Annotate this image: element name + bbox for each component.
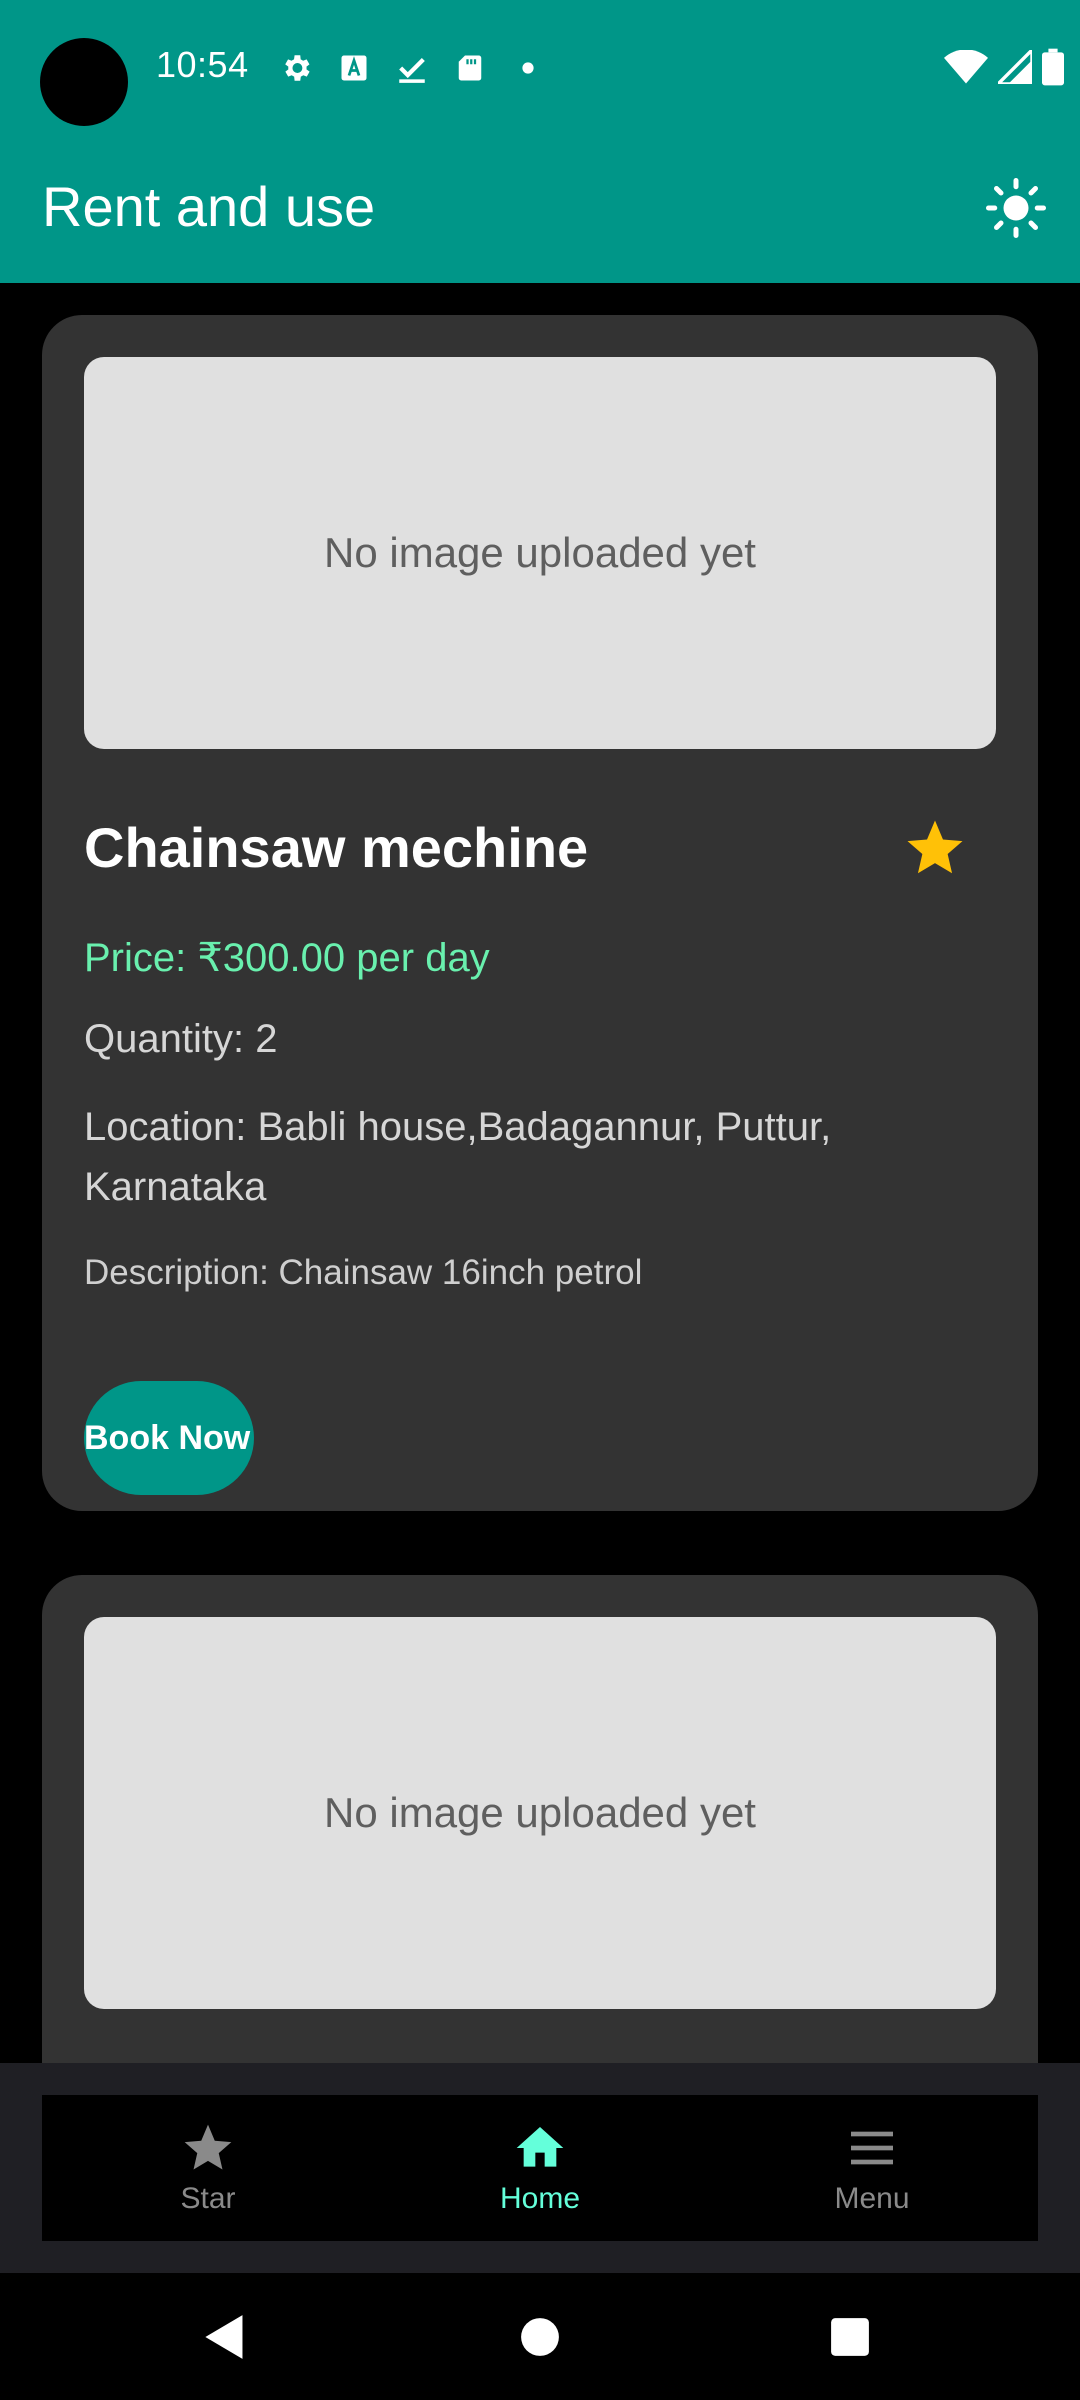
image-placeholder-text: No image uploaded yet — [324, 1789, 756, 1836]
system-recents-button[interactable] — [800, 2273, 900, 2400]
app-bar: Rent and use — [0, 134, 1080, 283]
star-icon — [907, 820, 963, 874]
nav-item-home[interactable]: Home — [374, 2095, 706, 2241]
system-home-button[interactable] — [490, 2273, 590, 2400]
wifi-icon — [944, 50, 988, 84]
status-right-icons — [934, 48, 1064, 86]
status-time: 10:54 — [156, 44, 249, 85]
theme-toggle-button[interactable] — [980, 172, 1052, 244]
nav-item-menu[interactable]: Menu — [706, 2095, 1038, 2241]
book-now-button[interactable]: Book Now — [84, 1381, 254, 1495]
favorite-button[interactable] — [902, 815, 968, 881]
recents-square-icon — [831, 2317, 869, 2356]
home-circle-icon — [521, 2317, 559, 2356]
item-location: Location: Babli house,Badagannur, Puttur… — [84, 1105, 832, 1209]
sd-card-icon — [450, 48, 490, 88]
image-placeholder: No image uploaded yet — [84, 1617, 996, 2009]
settings-icon — [276, 48, 316, 88]
status-left-icons — [276, 48, 566, 88]
home-icon — [516, 2127, 564, 2167]
sun-icon — [986, 178, 1046, 238]
bottom-nav: Star Home Menu — [42, 2095, 1038, 2241]
item-card[interactable]: No image uploaded yet — [42, 1575, 1038, 2063]
nav-label-menu: Menu — [834, 2182, 910, 2215]
a-icon — [334, 48, 374, 88]
item-description: Description: Chainsaw 16inch petrol — [84, 1253, 643, 1292]
page-title: Rent and use — [42, 175, 376, 238]
menu-icon — [851, 2131, 893, 2165]
nav-label-star: Star — [180, 2182, 236, 2215]
battery-icon — [1042, 48, 1064, 86]
system-back-button[interactable] — [175, 2273, 275, 2400]
nav-item-star[interactable]: Star — [42, 2095, 374, 2241]
item-price: Price: ₹300.00 per day — [84, 936, 490, 980]
download-check-icon — [392, 48, 432, 88]
signal-icon — [998, 50, 1032, 84]
item-card[interactable]: No image uploaded yet Chainsaw mechine P… — [42, 315, 1038, 1511]
bottom-nav-container: Star Home Menu — [0, 2063, 1080, 2273]
dot-icon — [508, 48, 548, 88]
item-list[interactable]: No image uploaded yet Chainsaw mechine P… — [0, 283, 1080, 2063]
item-quantity: Quantity: 2 — [84, 1017, 278, 1061]
camera-cutout — [40, 38, 128, 126]
status-bar: 10:54 — [0, 0, 1080, 134]
back-triangle-icon — [205, 2314, 243, 2359]
nav-label-home: Home — [499, 2182, 581, 2215]
system-nav-bar — [0, 2273, 1080, 2400]
image-placeholder: No image uploaded yet — [84, 357, 996, 749]
item-title: Chainsaw mechine — [84, 816, 589, 879]
image-placeholder-text: No image uploaded yet — [324, 529, 756, 576]
screen: 10:54 Rent and use No image uploaded yet… — [0, 0, 1080, 2400]
star-icon — [184, 2124, 232, 2170]
